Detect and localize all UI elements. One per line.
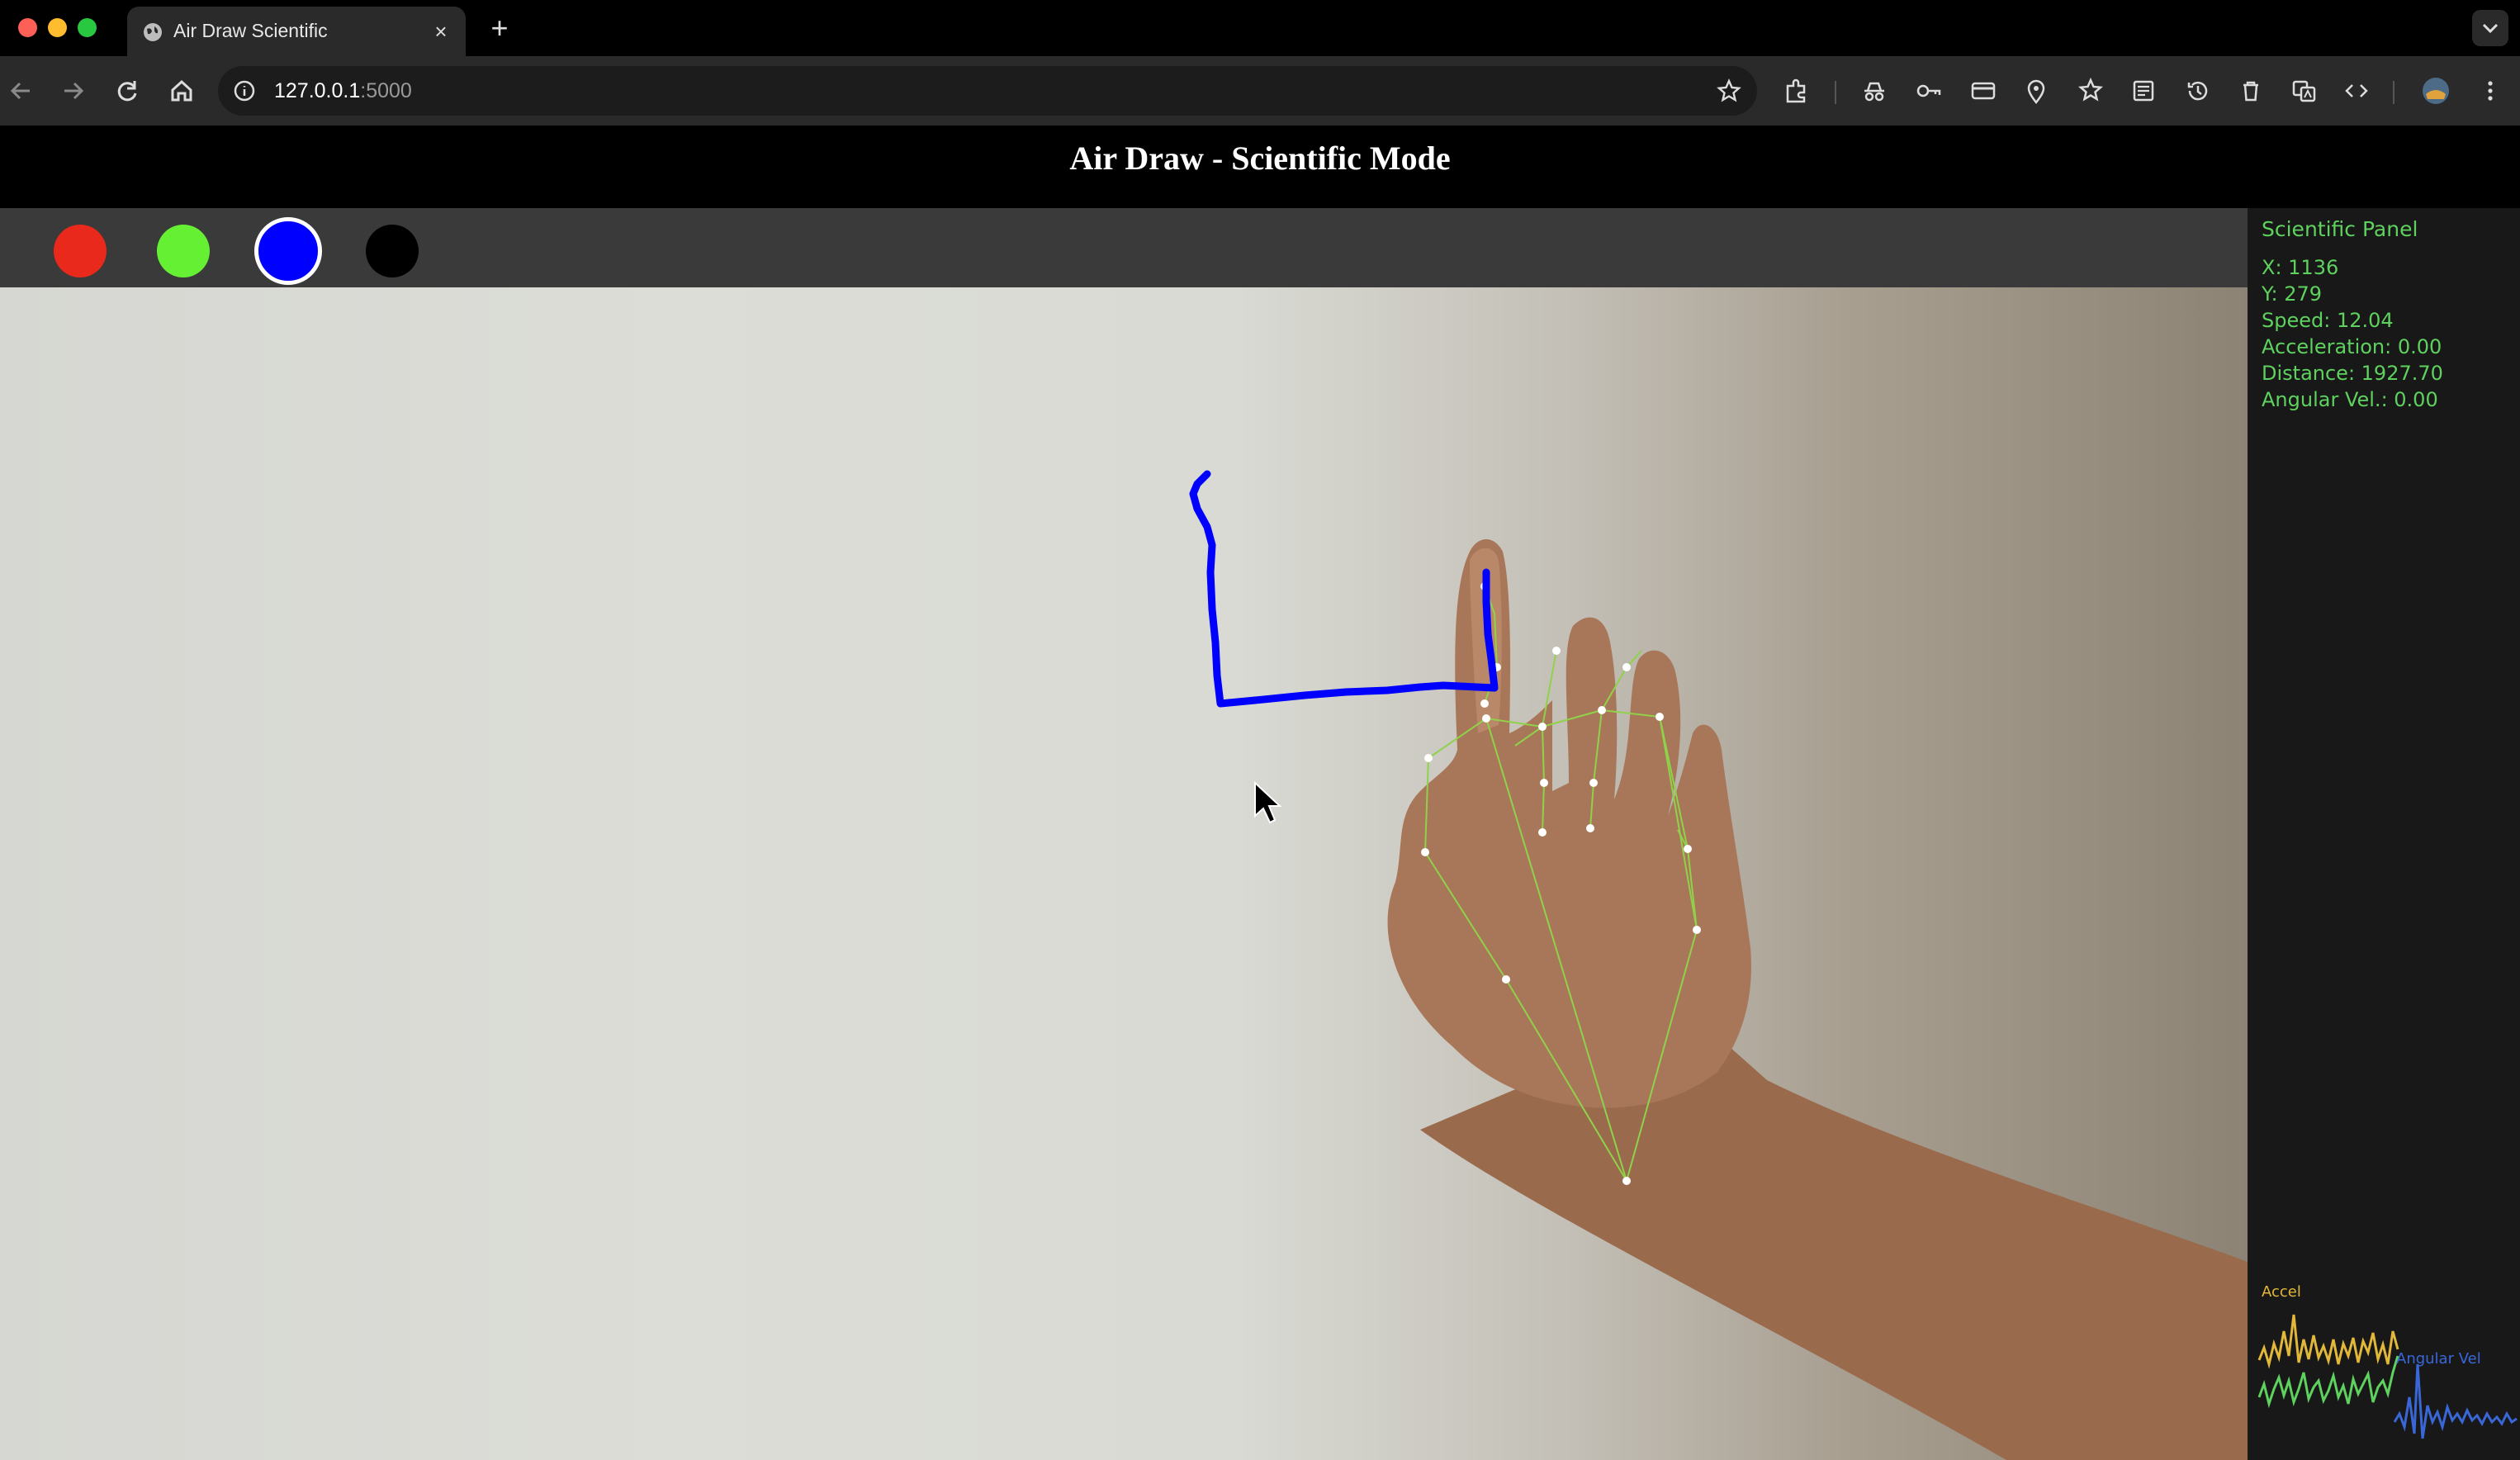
color-swatch-blue[interactable] bbox=[254, 217, 322, 285]
window-minimize-button[interactable] bbox=[48, 18, 67, 37]
accel-trace bbox=[2257, 1314, 2399, 1369]
stat-y: Y: 279 bbox=[2262, 282, 2322, 306]
developer-code-icon[interactable] bbox=[2340, 74, 2373, 107]
scientific-panel: Scientific Panel X: 1136 Y: 279 Speed: 1… bbox=[2248, 208, 2520, 1460]
hand bbox=[1387, 539, 1751, 1108]
tab-close-icon[interactable]: × bbox=[429, 20, 452, 43]
camera-scene bbox=[1189, 470, 2248, 1460]
browser-tab-bar: Air Draw Scientific × + bbox=[0, 0, 2520, 56]
extensions-puzzle-icon[interactable] bbox=[1780, 74, 1813, 107]
stat-x: X: 1136 bbox=[2262, 256, 2339, 279]
globe-icon bbox=[144, 23, 162, 41]
graph-angular-label: Angular Vel bbox=[2396, 1350, 2481, 1368]
mouse-cursor-icon bbox=[1254, 780, 1282, 824]
color-palette bbox=[0, 208, 2248, 287]
stat-acceleration: Acceleration: 0.00 bbox=[2262, 335, 2442, 358]
page-header: Air Draw - Scientific Mode bbox=[0, 126, 2520, 208]
forward-arrow-icon[interactable] bbox=[53, 71, 92, 111]
window-maximize-button[interactable] bbox=[78, 18, 97, 37]
address-bar[interactable]: 127.0.0.1:5000 bbox=[218, 66, 1757, 116]
url-host: 127.0.0.1 bbox=[274, 79, 361, 102]
panel-title: Scientific Panel bbox=[2262, 217, 2418, 241]
toolbar-separator bbox=[2393, 81, 2394, 104]
angular-trace bbox=[2393, 1363, 2518, 1439]
home-icon[interactable] bbox=[162, 71, 201, 111]
tab-search-chevron-icon[interactable] bbox=[2472, 10, 2508, 46]
bookmark-star-icon[interactable] bbox=[1716, 78, 1742, 104]
color-swatch-red[interactable] bbox=[54, 225, 107, 277]
window-close-button[interactable] bbox=[18, 18, 37, 37]
motion-graph bbox=[2257, 1314, 2518, 1439]
browser-tab[interactable]: Air Draw Scientific × bbox=[127, 7, 466, 56]
reading-list-icon[interactable] bbox=[2127, 74, 2160, 107]
page-title: Air Draw - Scientific Mode bbox=[1069, 140, 1451, 177]
translate-icon[interactable] bbox=[2287, 74, 2320, 107]
app-area: Scientific Panel X: 1136 Y: 279 Speed: 1… bbox=[0, 208, 2520, 1460]
new-tab-button[interactable]: + bbox=[483, 12, 516, 45]
history-icon[interactable] bbox=[2181, 74, 2214, 107]
location-pin-icon[interactable] bbox=[2020, 74, 2053, 107]
color-swatch-black[interactable] bbox=[366, 225, 419, 277]
browser-toolbar: 127.0.0.1:5000 bbox=[0, 56, 2520, 126]
toolbar-separator bbox=[1835, 81, 1836, 104]
favorites-star-icon[interactable] bbox=[2074, 74, 2107, 107]
incognito-icon[interactable] bbox=[1858, 74, 1891, 107]
password-key-icon[interactable] bbox=[1912, 74, 1945, 107]
back-arrow-icon[interactable] bbox=[2, 71, 41, 111]
profile-avatar-icon[interactable] bbox=[2419, 74, 2452, 107]
tab-title: Air Draw Scientific bbox=[173, 20, 328, 41]
site-info-icon[interactable] bbox=[233, 79, 256, 102]
delete-trash-icon[interactable] bbox=[2234, 74, 2267, 107]
stat-angular-velocity: Angular Vel.: 0.00 bbox=[2262, 388, 2438, 411]
stat-distance: Distance: 1927.70 bbox=[2262, 362, 2443, 385]
reload-icon[interactable] bbox=[107, 71, 147, 111]
url-text: 127.0.0.1:5000 bbox=[274, 78, 412, 104]
more-menu-icon[interactable] bbox=[2474, 74, 2507, 107]
stat-speed: Speed: 12.04 bbox=[2262, 309, 2394, 332]
drawn-stroke bbox=[1189, 470, 1499, 708]
url-port: :5000 bbox=[360, 79, 412, 102]
payment-card-icon[interactable] bbox=[1967, 74, 2000, 107]
camera-canvas[interactable] bbox=[0, 287, 2248, 1460]
color-swatch-green[interactable] bbox=[157, 225, 210, 277]
